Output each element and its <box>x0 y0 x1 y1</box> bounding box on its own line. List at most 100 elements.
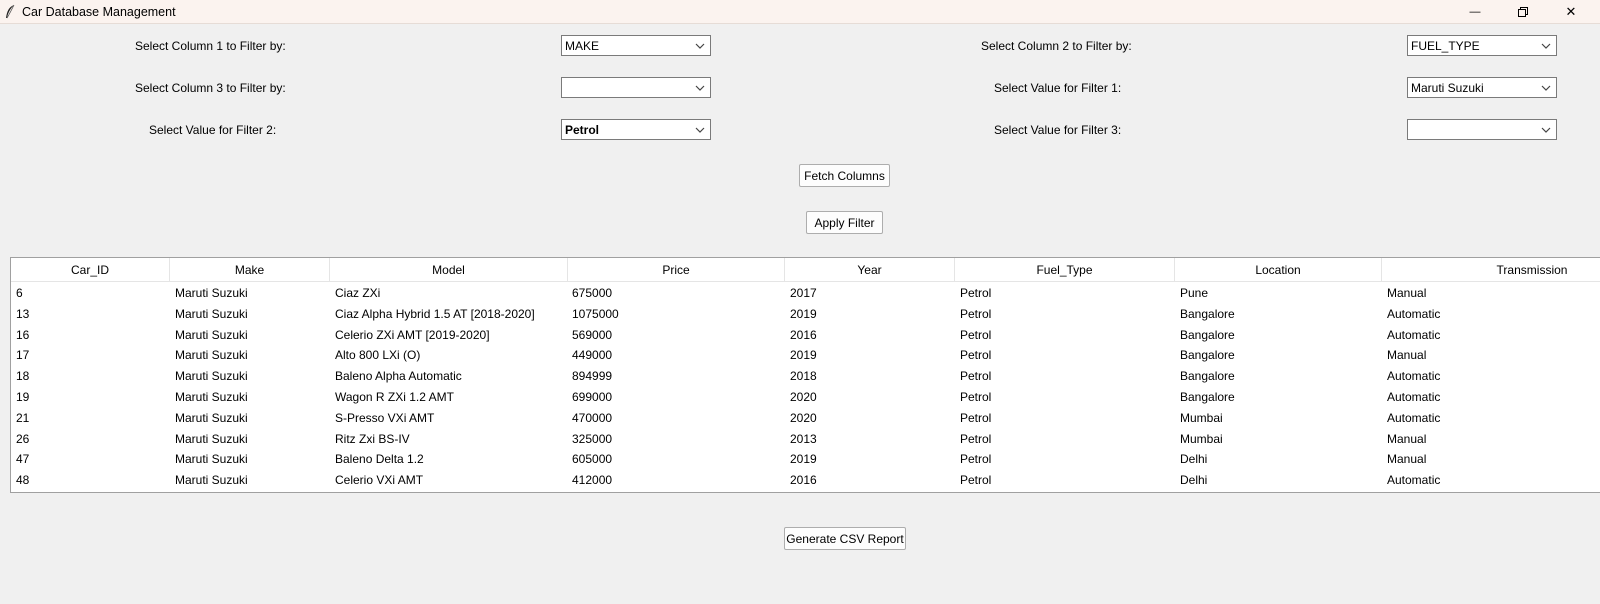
cell-price: 1075000 <box>572 306 619 321</box>
table-row[interactable]: 21 Maruti Suzuki S-Presso VXi AMT 470000 202… <box>11 408 1600 429</box>
val2-filter-value: Petrol <box>565 123 600 137</box>
val3-filter-select[interactable] <box>1407 119 1557 140</box>
table-row[interactable]: 17 Maruti Suzuki Alto 800 LXi (O) 449000 201… <box>11 345 1600 366</box>
cell-model: S-Presso VXi AMT <box>335 410 435 425</box>
val1-filter-value: Maruti Suzuki <box>1411 81 1484 95</box>
cell-location: Bangalore <box>1180 327 1235 342</box>
cell-price: 412000 <box>572 473 613 488</box>
table-row[interactable]: 47 Maruti Suzuki Baleno Delta 1.2 605000 201… <box>11 449 1600 470</box>
cell-price: 605000 <box>572 452 613 467</box>
cell-make: Maruti Suzuki <box>175 348 248 363</box>
cell-make: Maruti Suzuki <box>175 327 248 342</box>
cell-car-id: 13 <box>16 306 30 321</box>
column-header-model[interactable]: Model <box>330 258 568 282</box>
feather-icon <box>6 4 15 19</box>
cell-transmission: Automatic <box>1387 306 1441 321</box>
cell-car-id: 26 <box>16 431 30 446</box>
table-body: 6 Maruti Suzuki Ciaz ZXi 675000 2017 Petrol Pu… <box>11 283 1600 491</box>
cell-location: Mumbai <box>1180 410 1223 425</box>
cell-transmission: Manual <box>1387 348 1427 363</box>
cell-make: Maruti Suzuki <box>175 410 248 425</box>
val2-filter-label: Select Value for Filter 2: <box>149 123 277 137</box>
close-button[interactable]: ✕ <box>1548 0 1594 24</box>
table-row[interactable]: 13 Maruti Suzuki Ciaz Alpha Hybrid 1.5 AT … <box>11 304 1600 325</box>
table-row[interactable]: 19 Maruti Suzuki Wagon R ZXi 1.2 AMT 699000… <box>11 387 1600 408</box>
cell-price: 449000 <box>572 348 613 363</box>
cell-transmission: Manual <box>1387 286 1427 300</box>
cell-price: 470000 <box>572 410 613 425</box>
cell-year: 2019 <box>790 348 817 363</box>
chevron-down-icon <box>695 85 705 91</box>
cell-year: 2020 <box>790 389 817 404</box>
cell-model: Wagon R ZXi 1.2 AMT <box>335 389 454 404</box>
col3-filter-select[interactable] <box>561 77 711 98</box>
cell-fuel-type: Petrol <box>960 473 992 488</box>
minimize-icon: — <box>1469 6 1481 18</box>
column-header-year[interactable]: Year <box>785 258 955 282</box>
cell-year: 2018 <box>790 369 817 384</box>
generate-csv-report-button[interactable]: Generate CSV Report <box>784 527 906 550</box>
table-row[interactable]: 26 Maruti Suzuki Ritz Zxi BS-IV 325000 2013 P… <box>11 429 1600 450</box>
cell-year: 2016 <box>790 327 817 342</box>
cell-make: Maruti Suzuki <box>175 431 248 446</box>
table-row[interactable]: 48 Maruti Suzuki Celerio VXi AMT 412000 2016… <box>11 470 1600 491</box>
val2-filter-select[interactable]: Petrol <box>561 119 711 140</box>
results-table[interactable]: Car_ID Make Model Price Year Fuel_Type L… <box>10 257 1600 493</box>
table-header: Car_ID Make Model Price Year Fuel_Type L… <box>11 258 1600 282</box>
column-header-location[interactable]: Location <box>1175 258 1382 282</box>
cell-location: Bangalore <box>1180 369 1235 384</box>
chevron-down-icon <box>695 43 705 49</box>
column-header-make[interactable]: Make <box>170 258 330 282</box>
cell-fuel-type: Petrol <box>960 286 992 300</box>
cell-price: 675000 <box>572 286 613 300</box>
column-header-price[interactable]: Price <box>568 258 785 282</box>
cell-car-id: 48 <box>16 473 30 488</box>
column-header-fuel-type[interactable]: Fuel_Type <box>955 258 1175 282</box>
restore-button[interactable] <box>1500 0 1546 24</box>
cell-transmission: Automatic <box>1387 410 1441 425</box>
cell-transmission: Automatic <box>1387 327 1441 342</box>
table-row[interactable]: 6 Maruti Suzuki Ciaz ZXi 675000 2017 Petrol Pu… <box>11 283 1600 304</box>
apply-filter-button[interactable]: Apply Filter <box>806 211 883 234</box>
cell-location: Bangalore <box>1180 348 1235 363</box>
cell-make: Maruti Suzuki <box>175 389 248 404</box>
val1-filter-select[interactable]: Maruti Suzuki <box>1407 77 1557 98</box>
col1-filter-value: MAKE <box>565 39 600 53</box>
chevron-down-icon <box>1541 85 1551 91</box>
column-header-transmission[interactable]: Transmission <box>1382 258 1600 282</box>
cell-model: Alto 800 LXi (O) <box>335 348 421 363</box>
cell-transmission: Manual <box>1387 452 1427 467</box>
col1-filter-select[interactable]: MAKE <box>561 35 711 56</box>
cell-price: 699000 <box>572 389 613 404</box>
col2-filter-select[interactable]: FUEL_TYPE <box>1407 35 1557 56</box>
cell-make: Maruti Suzuki <box>175 306 248 321</box>
chevron-down-icon <box>1541 127 1551 133</box>
cell-fuel-type: Petrol <box>960 306 992 321</box>
table-row[interactable]: 18 Maruti Suzuki Baleno Alpha Automatic 894… <box>11 366 1600 387</box>
chevron-down-icon <box>695 127 705 133</box>
cell-model: Ciaz Alpha Hybrid 1.5 AT [2018-2020] <box>335 306 535 321</box>
column-header-car-id[interactable]: Car_ID <box>11 258 170 282</box>
cell-year: 2013 <box>790 431 817 446</box>
cell-car-id: 21 <box>16 410 30 425</box>
cell-model: Celerio VXi AMT <box>335 473 424 488</box>
table-row[interactable]: 16 Maruti Suzuki Celerio ZXi AMT [2019-202… <box>11 325 1600 346</box>
cell-location: Delhi <box>1180 452 1208 467</box>
cell-transmission: Manual <box>1387 431 1427 446</box>
cell-year: 2019 <box>790 452 817 467</box>
cell-year: 2016 <box>790 473 817 488</box>
col2-filter-value: FUEL_TYPE <box>1411 39 1480 53</box>
cell-transmission: Automatic <box>1387 389 1441 404</box>
cell-fuel-type: Petrol <box>960 389 992 404</box>
val1-filter-label: Select Value for Filter 1: <box>994 81 1122 95</box>
minimize-button[interactable]: — <box>1452 0 1498 24</box>
cell-price: 894999 <box>572 369 613 384</box>
cell-price: 325000 <box>572 431 613 446</box>
cell-model: Baleno Alpha Automatic <box>335 369 462 384</box>
col2-filter-label: Select Column 2 to Filter by: <box>981 39 1132 53</box>
restore-icon <box>1518 7 1528 17</box>
cell-car-id: 6 <box>16 286 23 300</box>
cell-make: Maruti Suzuki <box>175 286 248 300</box>
fetch-columns-button[interactable]: Fetch Columns <box>799 164 890 187</box>
cell-location: Mumbai <box>1180 431 1223 446</box>
